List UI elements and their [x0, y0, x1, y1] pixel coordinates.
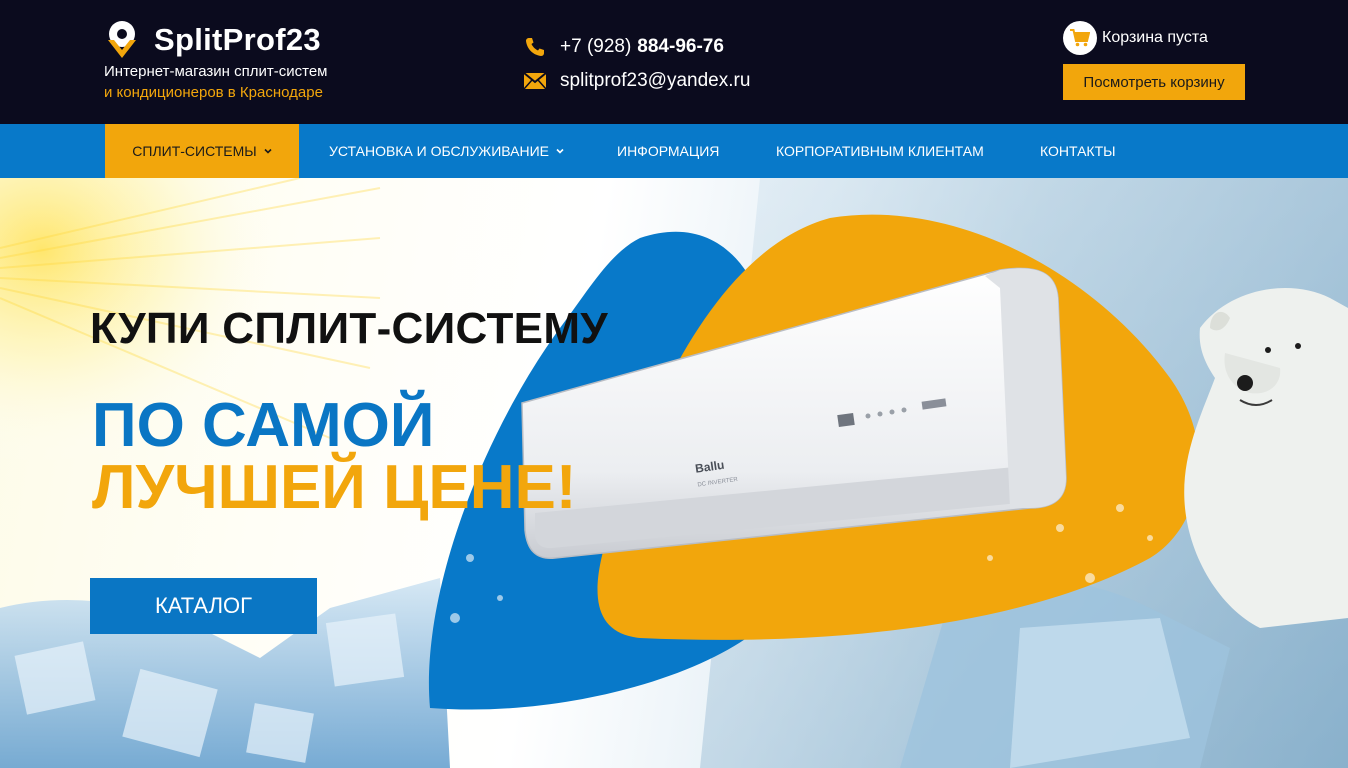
phone-prefix: +7 (928) — [560, 36, 632, 57]
nav-item-information[interactable]: ИНФОРМАЦИЯ — [617, 124, 719, 178]
polar-bear-image — [1184, 288, 1348, 628]
site-header: SplitProf23 Интернет-магазин сплит-систе… — [0, 0, 1348, 124]
phone-number: 884-96-76 — [637, 36, 724, 57]
phone-contact[interactable]: +7 (928) 884-96-76 — [524, 34, 724, 60]
nav-item-installation[interactable]: УСТАНОВКА И ОБСЛУЖИВАНИЕ — [329, 124, 564, 178]
hero-headline-orange: ЛУЧШЕЙ ЦЕНЕ! — [92, 453, 577, 522]
nav-item-label: ИНФОРМАЦИЯ — [617, 143, 720, 159]
logo-title: SplitProf23 — [154, 22, 321, 57]
shopping-cart-icon — [1063, 21, 1097, 55]
envelope-icon — [524, 70, 546, 92]
location-pin-check-icon — [108, 21, 136, 58]
main-nav: СПЛИТ-СИСТЕМЫ УСТАНОВКА И ОБСЛУЖИВАНИЕ И… — [0, 124, 1348, 178]
hero-headline-blue: ПО САМОЙ — [92, 391, 435, 460]
nav-item-contacts[interactable]: КОНТАКТЫ — [1040, 124, 1116, 178]
nav-item-corporate[interactable]: КОРПОРАТИВНЫМ КЛИЕНТАМ — [776, 124, 984, 178]
logo-tagline-1: Интернет-магазин сплит-систем — [104, 63, 328, 80]
hero-title: КУПИ СПЛИТ-СИСТЕМУ — [90, 304, 608, 353]
nav-item-label: УСТАНОВКА И ОБСЛУЖИВАНИЕ — [329, 143, 549, 159]
cart-status[interactable]: Корзина пуста — [1063, 21, 1208, 55]
logo[interactable]: SplitProf23 Интернет-магазин сплит-систе… — [104, 18, 364, 108]
email-contact[interactable]: splitprof23@yandex.ru — [524, 68, 750, 94]
nav-item-label: КОРПОРАТИВНЫМ КЛИЕНТАМ — [776, 143, 984, 159]
catalog-button[interactable]: КАТАЛОГ — [90, 578, 317, 634]
chevron-down-icon — [264, 148, 272, 154]
cart-status-text: Корзина пуста — [1102, 29, 1208, 46]
phone-icon — [524, 36, 546, 58]
nav-item-split-systems[interactable]: СПЛИТ-СИСТЕМЫ — [105, 124, 299, 178]
nav-item-label: КОНТАКТЫ — [1040, 143, 1116, 159]
logo-tagline-2: и кондиционеров в Краснодаре — [104, 84, 323, 101]
nav-item-label: СПЛИТ-СИСТЕМЫ — [132, 143, 257, 159]
chevron-down-icon — [556, 148, 564, 154]
email-address: splitprof23@yandex.ru — [560, 70, 751, 91]
view-cart-button[interactable]: Посмотреть корзину — [1063, 64, 1245, 100]
hero-banner: Ballu DC INVERTER КУПИ СПЛИТ-СИСТЕМУ ПО … — [0, 178, 1348, 768]
